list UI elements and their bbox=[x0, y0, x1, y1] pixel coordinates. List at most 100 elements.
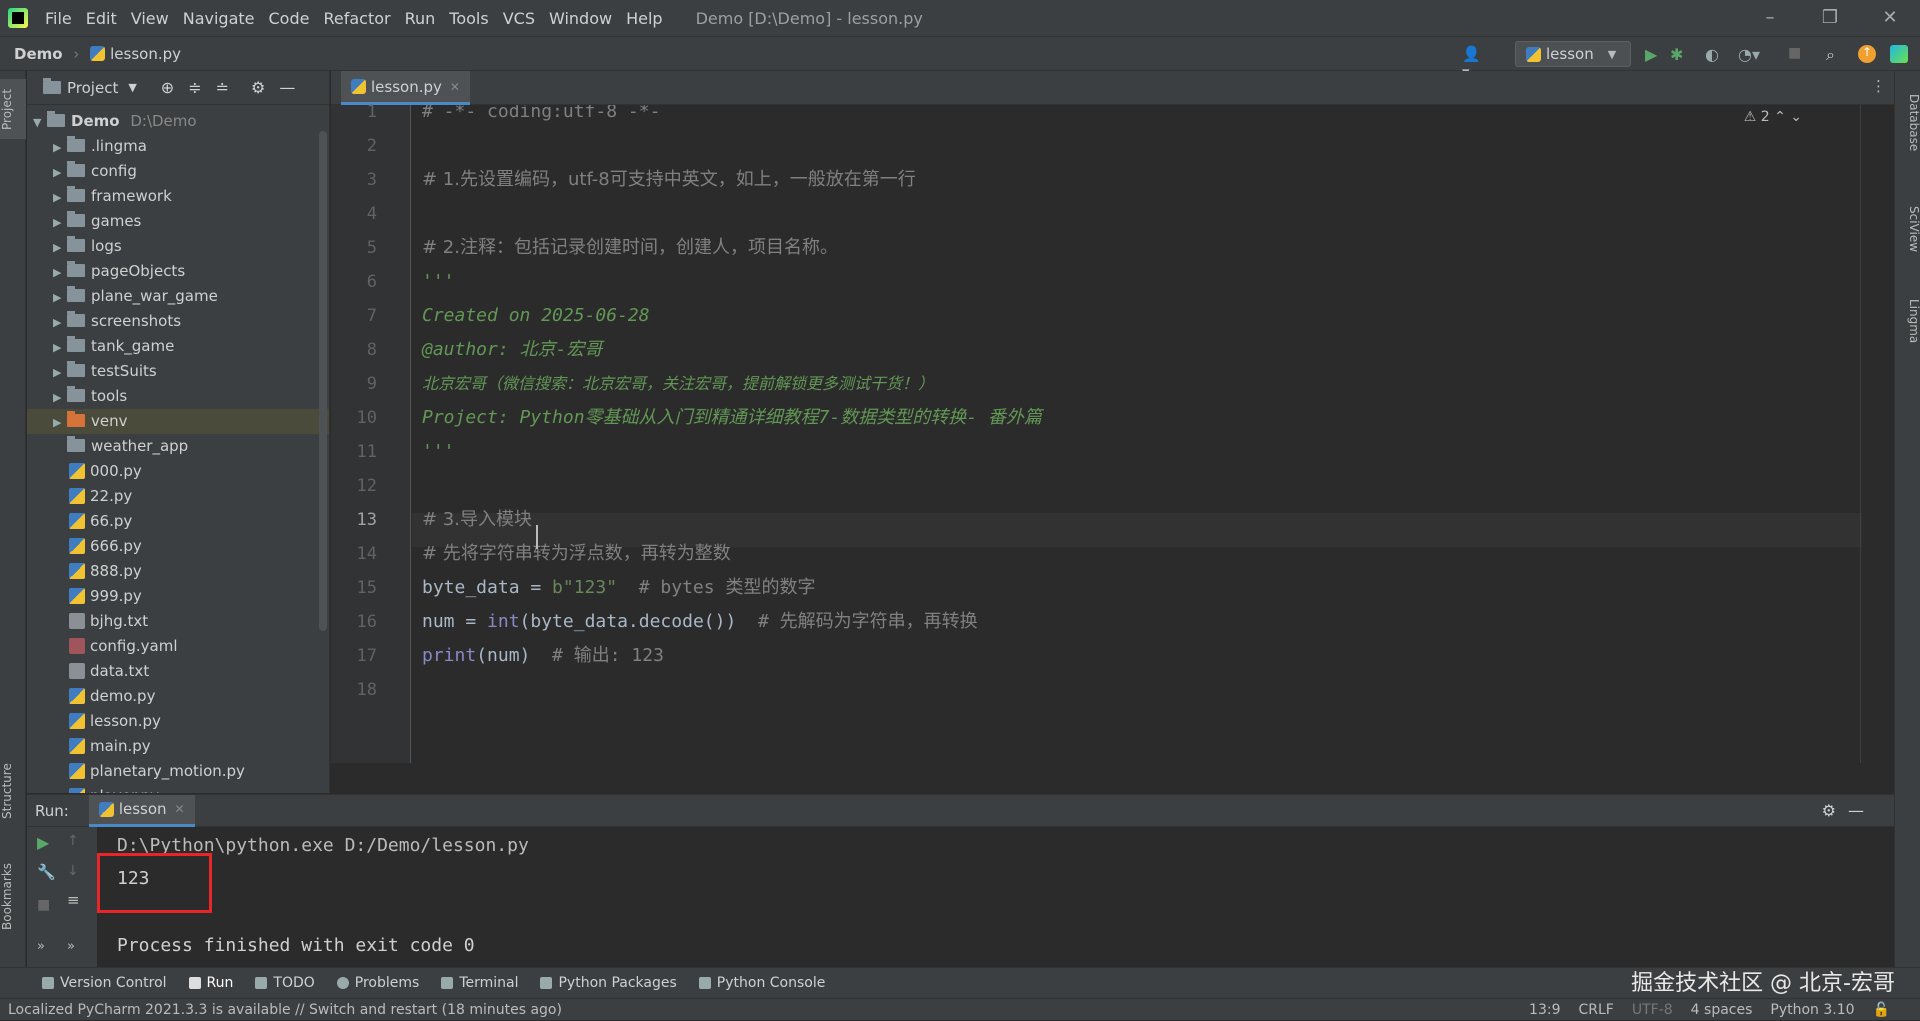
indent-setting[interactable]: 4 spaces bbox=[1691, 999, 1753, 1021]
tree-file[interactable]: main.py bbox=[27, 734, 329, 759]
database-tool-tab[interactable]: Database bbox=[1895, 83, 1920, 163]
tree-folder[interactable]: ▶ framework bbox=[27, 184, 329, 209]
tool-tab-python-console[interactable]: Python Console bbox=[698, 975, 825, 991]
chevron-right-icon[interactable]: ▶ bbox=[53, 310, 67, 335]
close-icon[interactable]: ✕ bbox=[1860, 0, 1920, 36]
scroll-up-icon[interactable]: ↑ bbox=[67, 833, 79, 849]
breadcrumb-project[interactable]: Demo bbox=[14, 45, 63, 63]
soft-wrap-icon[interactable]: ≡ bbox=[67, 891, 80, 909]
close-tab-icon[interactable]: ✕ bbox=[175, 802, 185, 816]
update-icon[interactable]: ↑ bbox=[1858, 45, 1876, 63]
scroll-down-icon[interactable]: ↓ bbox=[67, 863, 79, 879]
tree-folder[interactable]: ▶ tools bbox=[27, 384, 329, 409]
tree-folder[interactable]: ▶ config bbox=[27, 159, 329, 184]
tool-tab-version-control[interactable]: Version Control bbox=[42, 975, 167, 991]
stop-icon[interactable]: ■ bbox=[37, 897, 50, 913]
menu-window[interactable]: Window bbox=[542, 9, 619, 28]
chevron-right-icon[interactable]: ▶ bbox=[53, 285, 67, 310]
profile-icon[interactable]: ◔▾ bbox=[1738, 45, 1760, 64]
tree-file[interactable]: demo.py bbox=[27, 684, 329, 709]
tree-file[interactable]: 666.py bbox=[27, 534, 329, 559]
tree-folder[interactable]: ▶ screenshots bbox=[27, 309, 329, 334]
menu-navigate[interactable]: Navigate bbox=[176, 9, 262, 28]
structure-tool-tab[interactable]: Structure bbox=[0, 751, 26, 831]
run-icon[interactable]: ▶ bbox=[1645, 45, 1663, 64]
tree-folder[interactable]: ▶ testSuits bbox=[27, 359, 329, 384]
tool-tab-todo[interactable]: TODO bbox=[255, 975, 315, 991]
caret-position[interactable]: 13:9 bbox=[1529, 999, 1560, 1021]
tree-file[interactable]: planetary_motion.py bbox=[27, 759, 329, 784]
rerun-icon[interactable]: ▶ bbox=[37, 833, 49, 852]
menu-file[interactable]: File bbox=[38, 9, 79, 28]
sciview-tool-tab[interactable]: SciView bbox=[1895, 189, 1920, 269]
menu-view[interactable]: View bbox=[124, 9, 176, 28]
chevron-right-icon[interactable]: ▶ bbox=[53, 385, 67, 410]
tree-folder[interactable]: weather_app bbox=[27, 434, 329, 459]
collapse-all-icon[interactable]: ≐ bbox=[216, 78, 229, 97]
python-interpreter[interactable]: Python 3.10 bbox=[1770, 999, 1854, 1021]
tree-folder[interactable]: ▶ .lingma bbox=[27, 134, 329, 159]
project-panel-title[interactable]: Project bbox=[67, 79, 118, 97]
chevron-right-icon[interactable]: ▶ bbox=[53, 410, 67, 435]
lock-icon[interactable]: 🔓 bbox=[1873, 999, 1890, 1021]
chevron-right-icon[interactable]: ▶ bbox=[53, 160, 67, 185]
wrench-icon[interactable]: 🔧 bbox=[37, 863, 56, 881]
coverage-icon[interactable]: ◐ bbox=[1705, 45, 1723, 64]
debug-icon[interactable]: ✱ bbox=[1670, 45, 1688, 64]
tree-folder[interactable]: ▶ plane_war_game bbox=[27, 284, 329, 309]
tree-file[interactable]: bjhg.txt bbox=[27, 609, 329, 634]
run-configuration-select[interactable]: lesson ▼ bbox=[1515, 41, 1631, 67]
tree-folder[interactable]: ▶ tank_game bbox=[27, 334, 329, 359]
tree-file[interactable]: 66.py bbox=[27, 509, 329, 534]
bookmarks-tool-tab[interactable]: Bookmarks bbox=[0, 851, 26, 941]
stop-icon[interactable]: ■ bbox=[1788, 45, 1806, 63]
project-tool-tab[interactable]: Project bbox=[0, 79, 26, 139]
tree-folder[interactable]: ▶ logs bbox=[27, 234, 329, 259]
tree-file[interactable]: config.yaml bbox=[27, 634, 329, 659]
project-scrollbar[interactable] bbox=[319, 131, 327, 631]
more-icon[interactable]: ⋮ bbox=[1871, 77, 1886, 95]
hide-icon[interactable]: — bbox=[279, 78, 295, 97]
more-icon[interactable]: » bbox=[67, 939, 75, 954]
warnings-indicator[interactable]: ⚠ 2 ⌃ ⌄ bbox=[1744, 109, 1802, 125]
gear-icon[interactable]: ⚙ bbox=[1822, 801, 1836, 820]
file-encoding[interactable]: UTF-8 bbox=[1632, 999, 1673, 1021]
more-icon[interactable]: » bbox=[37, 939, 45, 954]
menu-edit[interactable]: Edit bbox=[79, 9, 124, 28]
jetbrains-toolbox-icon[interactable] bbox=[1890, 45, 1908, 63]
chevron-right-icon[interactable]: ▶ bbox=[53, 260, 67, 285]
chevron-down-icon[interactable]: ▼ bbox=[128, 81, 136, 94]
chevron-right-icon[interactable]: ▶ bbox=[53, 335, 67, 360]
tree-file[interactable]: lesson.py bbox=[27, 709, 329, 734]
menu-code[interactable]: Code bbox=[262, 9, 317, 28]
chevron-right-icon[interactable]: ▶ bbox=[53, 210, 67, 235]
gear-icon[interactable]: ⚙ bbox=[251, 78, 265, 97]
menu-run[interactable]: Run bbox=[398, 9, 443, 28]
chevron-right-icon[interactable]: ▶ bbox=[53, 360, 67, 385]
lingma-tool-tab[interactable]: Lingma bbox=[1895, 281, 1920, 361]
tool-tab-problems[interactable]: Problems bbox=[336, 975, 419, 991]
tree-file[interactable]: 888.py bbox=[27, 559, 329, 584]
code-editor[interactable]: ⚠ 2 ⌃ ⌄ # -*- coding:utf-8 -*- # 1.先设置编码… bbox=[412, 105, 1862, 763]
tree-file[interactable]: 22.py bbox=[27, 484, 329, 509]
tree-file[interactable]: 999.py bbox=[27, 584, 329, 609]
tree-folder[interactable]: ▶ games bbox=[27, 209, 329, 234]
status-message[interactable]: Localized PyCharm 2021.3.3 is available … bbox=[8, 999, 562, 1021]
chevron-right-icon[interactable]: ▶ bbox=[53, 185, 67, 210]
tree-file[interactable]: data.txt bbox=[27, 659, 329, 684]
restore-icon[interactable]: ❐ bbox=[1800, 0, 1860, 36]
tree-file[interactable]: 000.py bbox=[27, 459, 329, 484]
tool-tab-python-packages[interactable]: Python Packages bbox=[540, 975, 677, 991]
expand-all-icon[interactable]: ≑ bbox=[188, 78, 201, 97]
tree-folder[interactable]: ▶ pageObjects bbox=[27, 259, 329, 284]
menu-refactor[interactable]: Refactor bbox=[316, 9, 397, 28]
minimize-icon[interactable]: – bbox=[1740, 0, 1800, 36]
search-icon[interactable]: ⌕ bbox=[1826, 45, 1844, 64]
tool-tab-terminal[interactable]: Terminal bbox=[441, 975, 518, 991]
close-tab-icon[interactable]: ✕ bbox=[450, 80, 460, 94]
tree-root[interactable]: ▼ Demo D:\Demo bbox=[27, 109, 329, 134]
locate-icon[interactable]: ⊕ bbox=[161, 78, 174, 97]
chevron-right-icon[interactable]: ▶ bbox=[53, 135, 67, 160]
user-icon[interactable]: 👤▾ bbox=[1462, 45, 1481, 81]
chevron-right-icon[interactable]: ▶ bbox=[53, 235, 67, 260]
